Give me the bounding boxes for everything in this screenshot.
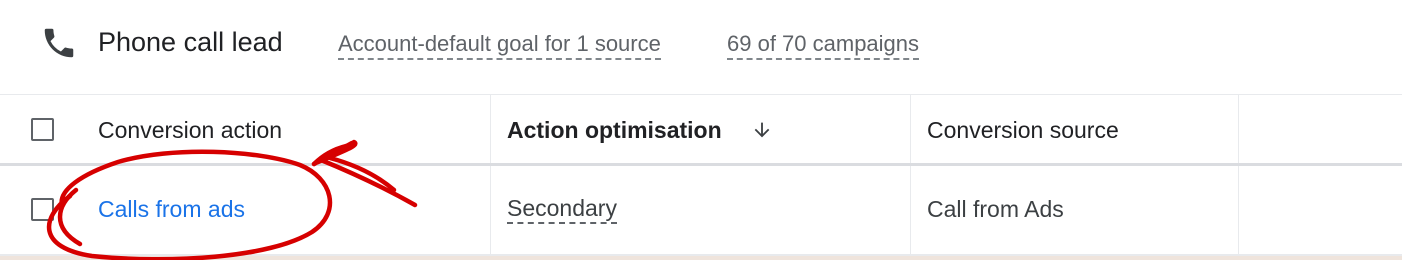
select-all-checkbox[interactable] bbox=[31, 118, 54, 141]
conversion-source-value: Call from Ads bbox=[927, 196, 1064, 222]
row-checkbox[interactable] bbox=[31, 198, 54, 221]
conversion-action-link[interactable]: Calls from ads bbox=[98, 194, 245, 224]
bottom-edge-line bbox=[0, 256, 1402, 260]
goal-campaigns-link[interactable]: 69 of 70 campaigns bbox=[727, 30, 920, 60]
table-row: Calls from ads Secondary Call from Ads bbox=[0, 166, 1402, 256]
table-header-row: Conversion action Action optimisation Co… bbox=[0, 95, 1402, 166]
arrow-down-icon[interactable] bbox=[751, 119, 773, 141]
phone-icon bbox=[44, 28, 74, 58]
goal-header: Phone call lead Account-default goal for… bbox=[0, 0, 1402, 95]
goal-title: Phone call lead bbox=[98, 27, 283, 57]
conversion-actions-table: Conversion action Action optimisation Co… bbox=[0, 95, 1402, 260]
column-header-conversion-source[interactable]: Conversion source bbox=[927, 115, 1119, 145]
column-header-conversion-action[interactable]: Conversion action bbox=[98, 115, 282, 145]
action-optimisation-value[interactable]: Secondary bbox=[507, 194, 617, 224]
column-header-action-optimisation[interactable]: Action optimisation bbox=[507, 115, 722, 145]
goal-sources-link[interactable]: Account-default goal for 1 source bbox=[338, 30, 661, 60]
